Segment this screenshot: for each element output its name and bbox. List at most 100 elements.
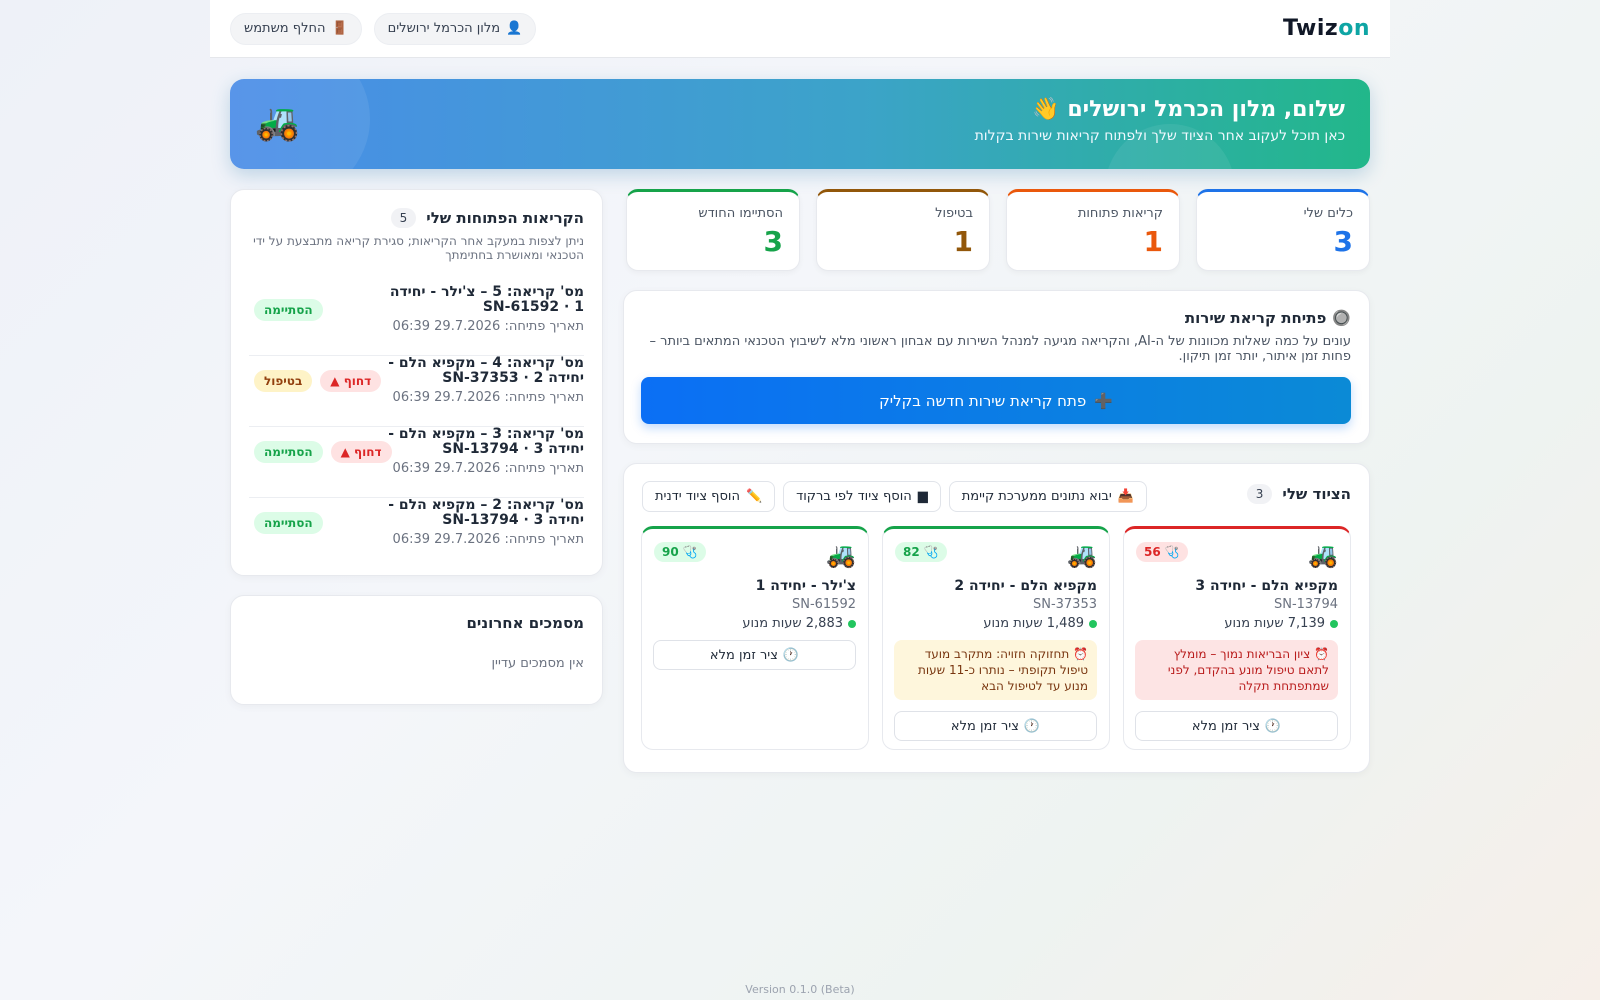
equipment-item[interactable]: 🚜 🩺 82 מקפיא הלם - יחידה 2 SN-37353 1,489…: [882, 526, 1110, 750]
welcome-title: שלום, מלון הכרמל ירושלים 👋: [1032, 97, 1345, 122]
engine-hours: 1,489 שעות מנוע: [983, 616, 1097, 631]
equipment-item[interactable]: 🚜 🩺 56 מקפיא הלם - יחידה 3 SN-13794 7,139…: [1123, 526, 1351, 750]
engine-hours-text: 1,489 שעות מנוע: [983, 616, 1084, 631]
open-service-call-label: פתח קריאת שירות חדשה בקליק: [879, 391, 1087, 410]
tickets-count-badge: 5: [390, 208, 417, 228]
stat-label: קריאות פתוחות: [1077, 206, 1163, 221]
ticket-badges: הסתיימה: [254, 299, 323, 321]
equipment-name: מקפיא הלם - יחידה 3: [1195, 578, 1338, 594]
ticket-badges: הסתיימה: [254, 512, 323, 534]
stat-card-my-tools[interactable]: כלים שלי 3: [1196, 189, 1370, 271]
stat-label: הסתיימו החודש: [698, 206, 783, 221]
status-badge: הסתיימה: [254, 441, 323, 463]
open-service-call-button[interactable]: ➕ פתח קריאת שירות חדשה בקליק: [641, 377, 1351, 424]
full-timeline-button[interactable]: 🕐 ציר זמן מלא: [653, 640, 856, 670]
equipment-serial: SN-61592: [791, 597, 856, 612]
current-user-pill[interactable]: 👤 מלון הכרמל ירושלים: [373, 12, 537, 45]
engine-hours-text: 7,139 שעות מנוע: [1224, 616, 1325, 631]
stat-value: 3: [1333, 225, 1353, 258]
health-score-badge: 🩺 90: [654, 542, 706, 562]
stethoscope-icon: 🩺: [682, 545, 698, 559]
service-card-title: 🔘 פתיחת קריאת שירות: [1185, 309, 1351, 327]
health-score-badge: 🩺 82: [895, 542, 947, 562]
equipment-serial: SN-37353: [1032, 597, 1097, 612]
barcode-icon: ▆: [917, 489, 928, 504]
tractor-icon: 🚜: [826, 541, 856, 569]
full-timeline-button[interactable]: 🕐 ציר זמן מלא: [894, 711, 1097, 741]
status-dot: [1330, 619, 1338, 628]
status-dot: [1089, 619, 1097, 628]
add-equipment-manual-button[interactable]: ✏️ הוסף ציוד ידנית: [642, 481, 776, 512]
import-data-button[interactable]: 📥 יבוא נתונים ממערכת קיימת: [948, 481, 1147, 512]
equipment-count-badge: 3: [1246, 484, 1273, 504]
full-timeline-button[interactable]: 🕐 ציר זמן מלא: [1135, 711, 1338, 741]
timeline-label: ציר זמן מלא: [1191, 718, 1260, 734]
service-description: עונים על כמה שאלות מכוונות של ה-AI, והקר…: [649, 334, 1352, 364]
current-user-label: מלון הכרמל ירושלים: [387, 21, 501, 36]
switch-user-button[interactable]: 🚪 החלף משתמש: [230, 12, 362, 45]
ticket-title: מס' קריאה: 3 – מקפיא הלם - יחידה 3 · SN-…: [388, 426, 584, 457]
tractor-icon: 🚜: [1067, 541, 1097, 569]
ticket-row[interactable]: מס' קריאה: 5 – צ'ילר - יחידה 1 · SN-6159…: [249, 285, 584, 356]
stat-label: בטיפול: [935, 206, 973, 221]
status-badge: הסתיימה: [254, 512, 323, 534]
status-badge: בטיפול: [254, 370, 313, 392]
stethoscope-icon: 🩺: [923, 545, 939, 559]
status-badge: הסתיימה: [254, 299, 323, 321]
action-label: הוסף ציוד לפי ברקוד: [796, 489, 912, 504]
my-open-tickets-card: הקריאות הפתוחות שלי 5 ניתן לצפות במעקב א…: [230, 189, 603, 576]
logo-part-2: on: [1338, 16, 1370, 41]
timeline-label: ציר זמן מלא: [709, 647, 778, 663]
ticket-badges: הסתיימה ▲ דחוף: [254, 441, 392, 463]
ticket-row[interactable]: מס' קריאה: 2 – מקפיא הלם - יחידה 3 · SN-…: [249, 498, 584, 569]
equipment-actions: ✏️ הוסף ציוד ידנית ▆ הוסף ציוד לפי ברקוד…: [642, 481, 1147, 512]
documents-title: מסמכים אחרונים: [466, 614, 584, 632]
switch-user-label: החלף משתמש: [244, 21, 326, 36]
engine-hours-text: 2,883 שעות מנוע: [742, 616, 843, 631]
add-equipment-barcode-button[interactable]: ▆ הוסף ציוד לפי ברקוד: [783, 481, 941, 512]
banner-decoration: [230, 79, 370, 169]
equipment-item[interactable]: 🚜 🩺 90 צ'ילר - יחידה 1 SN-61592 2,883 שעו…: [641, 526, 869, 750]
tractor-icon: 🚜: [255, 102, 300, 143]
stat-card-completed-month[interactable]: הסתיימו החודש 3: [626, 189, 800, 271]
stat-card-in-treatment[interactable]: בטיפול 1: [816, 189, 990, 271]
stat-label: כלים שלי: [1303, 206, 1353, 221]
app-page: Twizon 👤 מלון הכרמל ירושלים 🚪 החלף משתמש…: [210, 0, 1390, 1000]
tickets-description: ניתן לצפות במעקב אחר הקריאות; סגירת קריא…: [253, 234, 584, 262]
stethoscope-icon: 🩺: [1164, 545, 1180, 559]
welcome-subtitle: כאן תוכל לעקוב אחר הציוד שלך ולפתוח קריא…: [974, 128, 1345, 144]
ticket-title: מס' קריאה: 2 – מקפיא הלם - יחידה 3 · SN-…: [388, 497, 584, 528]
equipment-name: צ'ילר - יחידה 1: [755, 578, 856, 594]
logo-part-1: Twiz: [1282, 16, 1339, 41]
ticket-badges: בטיפול ▲ דחוף: [254, 370, 382, 392]
ticket-date: תאריך פתיחה: 29.7.2026 06:39: [392, 390, 584, 405]
recent-documents-card: מסמכים אחרונים אין מסמכים עדיין: [230, 595, 603, 705]
ticket-row[interactable]: מס' קריאה: 3 – מקפיא הלם - יחידה 3 · SN-…: [249, 427, 584, 498]
documents-empty-state: אין מסמכים עדיין: [491, 656, 585, 671]
health-score-value: 90: [662, 545, 679, 559]
clock-icon: 🕐: [1023, 718, 1041, 734]
equipment-title: הציוד שלי: [1282, 485, 1351, 503]
tractor-icon: 🚜: [1308, 541, 1338, 569]
app-logo[interactable]: Twizon: [1283, 16, 1370, 41]
ticket-row[interactable]: מס' קריאה: 4 – מקפיא הלם - יחידה 2 · SN-…: [249, 356, 584, 427]
engine-hours: 7,139 שעות מנוע: [1224, 616, 1338, 631]
engine-hours: 2,883 שעות מנוע: [742, 616, 856, 631]
health-score-badge: 🩺 56: [1136, 542, 1188, 562]
health-alert: ⏰ ציון הבריאות נמוך – מומלץ לתאם טיפול מ…: [1135, 640, 1338, 700]
maintenance-alert: ⏰ תחזוקה חזויה: מתקרב מועד טיפול תקופתי …: [894, 640, 1097, 700]
action-label: הוסף ציוד ידנית: [655, 489, 740, 504]
tickets-header: הקריאות הפתוחות שלי 5: [390, 208, 584, 228]
tickets-title: הקריאות הפתוחות שלי: [426, 209, 584, 227]
header-actions: 👤 מלון הכרמל ירושלים 🚪 החלף משתמש: [230, 12, 537, 45]
equipment-serial: SN-13794: [1273, 597, 1338, 612]
pencil-icon: ✏️: [745, 489, 763, 504]
equipment-name: מקפיא הלם - יחידה 2: [954, 578, 1097, 594]
my-equipment-card: הציוד שלי 3 ✏️ הוסף ציוד ידנית ▆ הוסף צי…: [623, 463, 1370, 773]
service-title-text: פתיחת קריאת שירות: [1184, 309, 1327, 327]
stat-value: 1: [1143, 225, 1163, 258]
top-header: Twizon 👤 מלון הכרמל ירושלים 🚪 החלף משתמש: [210, 0, 1390, 58]
stat-card-open-tickets[interactable]: קריאות פתוחות 1: [1006, 189, 1180, 271]
status-dot: [848, 619, 856, 628]
open-service-call-card: 🔘 פתיחת קריאת שירות עונים על כמה שאלות מ…: [623, 290, 1370, 444]
